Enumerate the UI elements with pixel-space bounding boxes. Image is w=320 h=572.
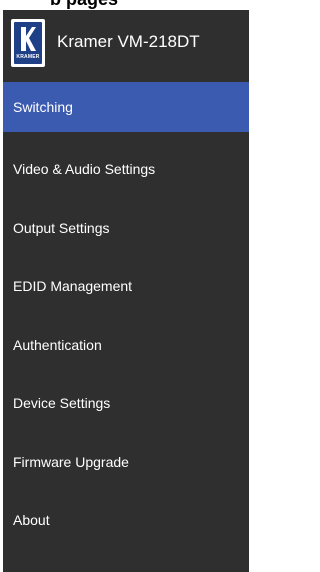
- sidebar-item-label: Device Settings: [13, 395, 111, 412]
- sidebar-nav: Switching Video & Audio Settings Output …: [3, 82, 249, 550]
- logo-badge: KRAMER: [14, 22, 42, 64]
- sidebar-item-firmware-upgrade[interactable]: Firmware Upgrade: [3, 433, 249, 492]
- sidebar-item-output-settings[interactable]: Output Settings: [3, 199, 249, 258]
- logo-wordmark: KRAMER: [16, 54, 40, 60]
- sidebar-item-authentication[interactable]: Authentication: [3, 316, 249, 375]
- sidebar-item-label: Video & Audio Settings: [13, 161, 156, 178]
- sidebar-item-label: About: [13, 512, 50, 529]
- sidebar-header: KRAMER Kramer VM-218DT: [3, 10, 249, 76]
- sidebar-item-label: Firmware Upgrade: [13, 453, 129, 470]
- device-title: Kramer VM-218DT: [57, 32, 200, 51]
- sidebar-item-edid-management[interactable]: EDID Management: [3, 257, 249, 316]
- sidebar-item-label: Authentication: [13, 336, 102, 353]
- caption-text: b pages: [50, 0, 118, 10]
- sidebar-item-label: Switching: [13, 99, 73, 115]
- sidebar-item-label: Output Settings: [13, 219, 110, 236]
- sidebar-item-label: EDID Management: [13, 278, 133, 295]
- sidebar-item-video-audio-settings[interactable]: Video & Audio Settings: [3, 140, 249, 199]
- sidebar-item-switching[interactable]: Switching: [3, 82, 249, 132]
- sidebar-panel: KRAMER Kramer VM-218DT Switching Video &…: [3, 10, 249, 572]
- sidebar-item-device-settings[interactable]: Device Settings: [3, 374, 249, 433]
- sidebar-item-about[interactable]: About: [3, 491, 249, 550]
- k-letter-icon: [21, 27, 36, 51]
- kramer-logo-icon[interactable]: KRAMER: [11, 19, 45, 67]
- document-caption-fragment: b pages: [0, 0, 249, 10]
